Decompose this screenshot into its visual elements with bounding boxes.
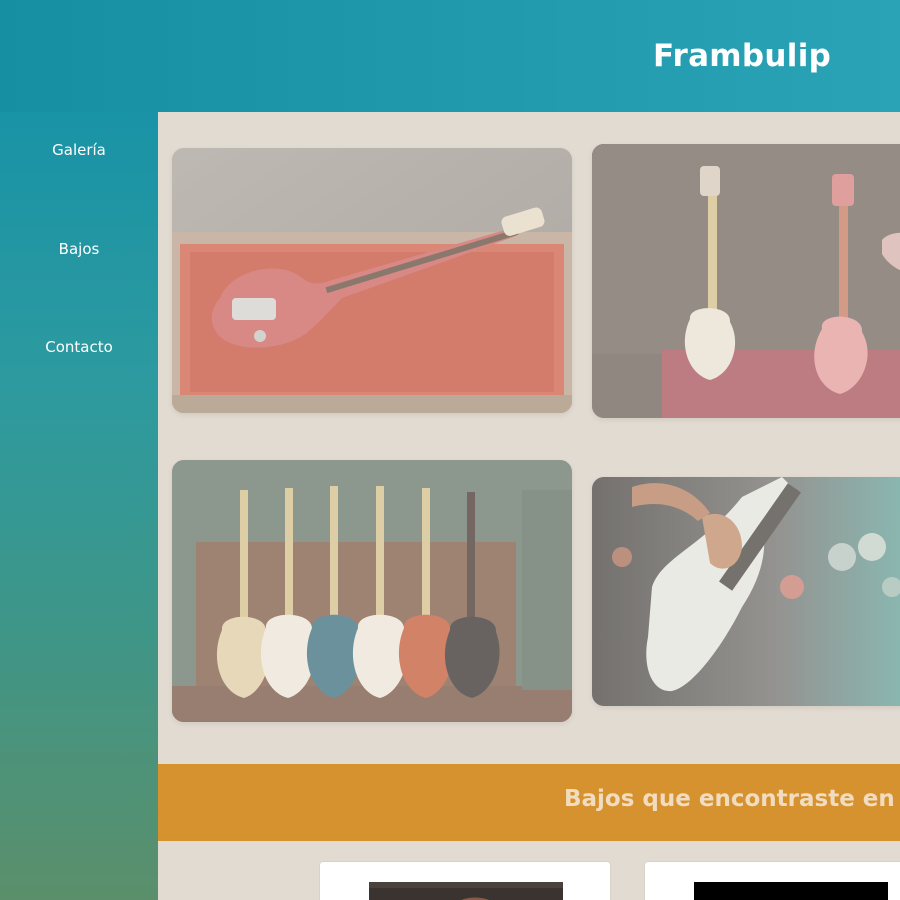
- bass-row-image: [172, 460, 572, 722]
- bass-card-image: [694, 882, 888, 900]
- bass-card-image: [369, 882, 563, 900]
- bass-card[interactable]: [319, 861, 611, 900]
- header: Frambulip: [0, 0, 900, 112]
- sidebar-item-galeria[interactable]: Galería: [0, 141, 158, 159]
- section-banner: Bajos que encontraste en es: [158, 764, 900, 841]
- playing-bass-image: [592, 477, 900, 706]
- sidebar: Galería Bajos Contacto: [0, 112, 158, 900]
- gallery-photo-bass-row[interactable]: [172, 460, 572, 722]
- site-title: Frambulip: [653, 38, 832, 74]
- main-content: Bajos que encontraste en es: [158, 112, 900, 900]
- two-basses-image: [592, 144, 900, 418]
- sidebar-item-bajos[interactable]: Bajos: [0, 240, 158, 258]
- banner-heading: Bajos que encontraste en es: [564, 786, 900, 812]
- red-bass-case-image: [172, 148, 572, 413]
- gallery-photo-red-bass-case[interactable]: [172, 148, 572, 413]
- gallery-photo-two-basses[interactable]: [592, 144, 900, 418]
- sidebar-item-contacto[interactable]: Contacto: [0, 338, 158, 356]
- page: Frambulip Galería Bajos Contacto Bajos q…: [0, 0, 900, 900]
- gallery-photo-playing-bass[interactable]: [592, 477, 900, 706]
- bass-card[interactable]: [644, 861, 900, 900]
